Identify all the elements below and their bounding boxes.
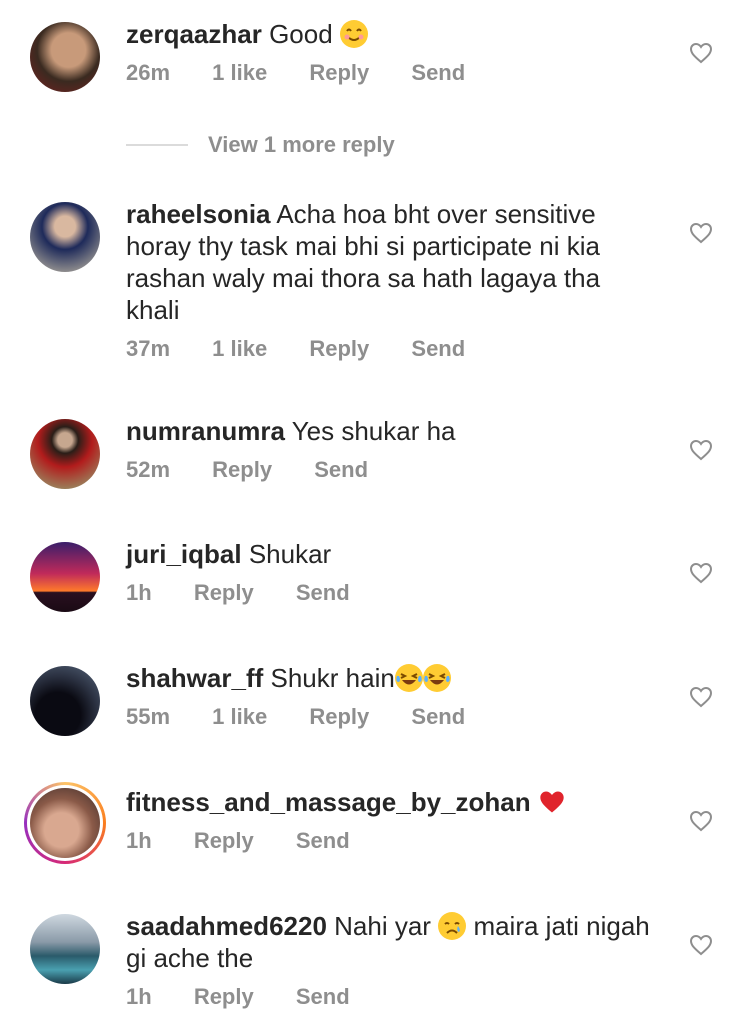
send-button[interactable]: Send	[296, 828, 350, 853]
heart-icon[interactable]	[689, 222, 713, 244]
send-button[interactable]: Send	[411, 60, 465, 85]
comment-meta: 1h Reply Send	[126, 828, 656, 858]
comment-time: 1h	[126, 984, 152, 1009]
reply-button[interactable]: Reply	[309, 704, 369, 729]
comment-meta: 52m Reply Send	[126, 457, 656, 487]
comment-body-start: Nahi yar	[334, 911, 431, 941]
avatar[interactable]	[30, 788, 100, 858]
comment-text: numranumra Yes shukar ha	[126, 415, 656, 447]
comment-username[interactable]: saadahmed6220	[126, 911, 327, 941]
like-count[interactable]: 1 like	[212, 704, 267, 729]
reply-button[interactable]: Reply	[194, 828, 254, 853]
crying-emoji-icon	[438, 912, 467, 940]
reply-button[interactable]: Reply	[212, 457, 272, 482]
view-more-label: View 1 more reply	[208, 132, 395, 157]
comment-text: shahwar_ff Shukr hain	[126, 662, 656, 694]
reply-button[interactable]: Reply	[194, 580, 254, 605]
heart-icon[interactable]	[689, 810, 713, 832]
send-button[interactable]: Send	[411, 336, 465, 361]
comment-username[interactable]: numranumra	[126, 416, 285, 446]
avatar[interactable]	[30, 22, 100, 92]
comment-username[interactable]: zerqaazhar	[126, 19, 262, 49]
comment-text: zerqaazhar Good	[126, 18, 656, 50]
comment-text: fitness_and_massage_by_zohan	[126, 786, 656, 818]
red-heart-emoji-icon	[538, 788, 566, 816]
comment-username[interactable]: juri_iqbal	[126, 539, 242, 569]
laughing-tears-emoji-icon	[422, 664, 451, 692]
comment-meta: 26m 1 like Reply Send	[126, 60, 656, 90]
heart-icon[interactable]	[689, 439, 713, 461]
comment-time: 52m	[126, 457, 171, 482]
smile-emoji-icon	[339, 20, 368, 48]
comment-time: 37m	[126, 336, 171, 361]
reply-button[interactable]: Reply	[309, 60, 369, 85]
comment-body: Shukar	[248, 539, 332, 569]
send-button[interactable]: Send	[296, 580, 350, 605]
avatar[interactable]	[30, 542, 100, 612]
comment-body: Yes shukar ha	[291, 416, 456, 446]
send-button[interactable]: Send	[314, 457, 368, 482]
heart-icon[interactable]	[689, 686, 713, 708]
comment-time: 55m	[126, 704, 171, 729]
avatar[interactable]	[30, 914, 100, 984]
heart-icon[interactable]	[689, 42, 713, 64]
comment-meta: 1h Reply Send	[126, 580, 656, 610]
send-button[interactable]: Send	[411, 704, 465, 729]
comment-body: Shukr hain	[270, 663, 395, 693]
avatar[interactable]	[30, 666, 100, 736]
view-more-replies[interactable]: View 1 more reply	[126, 130, 395, 160]
comment-username[interactable]: shahwar_ff	[126, 663, 263, 693]
comment-username[interactable]: fitness_and_massage_by_zohan	[126, 787, 531, 817]
like-count[interactable]: 1 like	[212, 336, 267, 361]
reply-button[interactable]: Reply	[309, 336, 369, 361]
send-button[interactable]: Send	[296, 984, 350, 1009]
comment-time: 1h	[126, 580, 152, 605]
like-count[interactable]: 1 like	[212, 60, 267, 85]
comment-text: raheelsonia Acha hoa bht over sensitive …	[126, 198, 656, 326]
reply-button[interactable]: Reply	[194, 984, 254, 1009]
comment-username[interactable]: raheelsonia	[126, 199, 271, 229]
avatar[interactable]	[30, 419, 100, 489]
comment-time: 1h	[126, 828, 152, 853]
comment-text: saadahmed6220 Nahi yar maira jati nigah …	[126, 910, 656, 974]
comment-meta: 37m 1 like Reply Send	[126, 336, 656, 366]
comment-body: Good	[269, 19, 333, 49]
divider-line	[126, 144, 188, 146]
avatar[interactable]	[30, 202, 100, 272]
comment-time: 26m	[126, 60, 171, 85]
laughing-tears-emoji-icon	[394, 664, 423, 692]
comment-meta: 55m 1 like Reply Send	[126, 704, 656, 734]
heart-icon[interactable]	[689, 934, 713, 956]
heart-icon[interactable]	[689, 562, 713, 584]
comment-text: juri_iqbal Shukar	[126, 538, 656, 570]
comment-meta: 1h Reply Send	[126, 984, 656, 1014]
